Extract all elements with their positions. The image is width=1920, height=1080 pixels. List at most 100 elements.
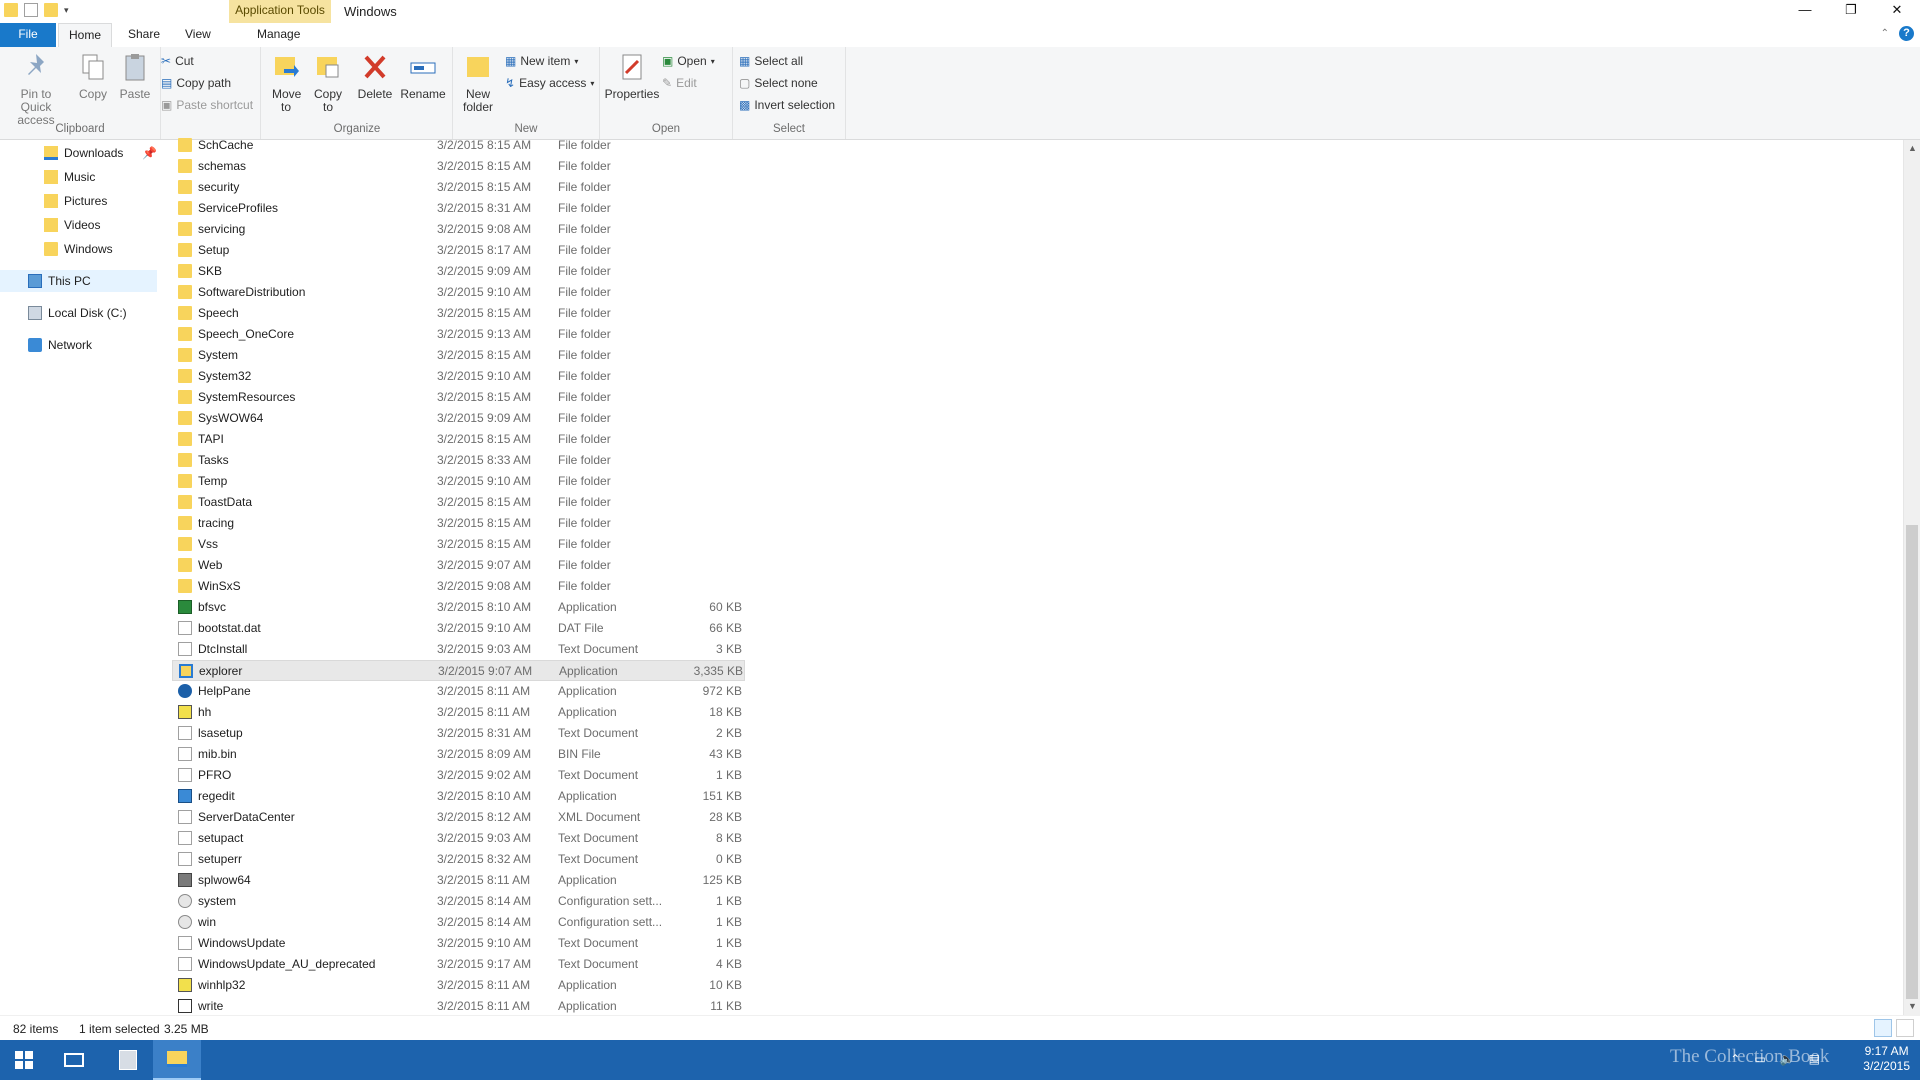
large-icons-view-icon[interactable] [1896,1019,1914,1037]
file-row[interactable]: HelpPane 3/2/2015 8:11 AM Application 972 K… [172,681,745,702]
move-to-button[interactable]: Move to [268,51,304,114]
select-none-button[interactable]: ▢ Select none [739,74,818,92]
new-folder-icon[interactable] [44,3,58,17]
pin-to-quick-access-button[interactable]: Pin to Quick access [6,51,66,127]
file-row[interactable]: Temp 3/2/2015 9:10 AM File folder [172,471,745,492]
copy-to-button[interactable]: Copy to [310,51,346,114]
nav-item-music[interactable]: Music [0,166,157,188]
chevron-down-icon[interactable]: ▾ [64,5,69,16]
scrollbar-thumb[interactable] [1906,525,1918,999]
scroll-up-arrow-icon[interactable]: ▲ [1904,140,1920,157]
file-row[interactable]: setupact 3/2/2015 9:03 AM Text Document 8 K… [172,828,745,849]
file-row[interactable]: SysWOW64 3/2/2015 9:09 AM File folder [172,408,745,429]
file-row[interactable]: SystemResources 3/2/2015 8:15 AM File fold… [172,387,745,408]
tab-manage[interactable]: Manage [247,23,310,47]
properties-button[interactable]: Properties [604,51,660,101]
file-date: 3/2/2015 9:10 AM [437,621,532,635]
restore-button[interactable]: ❐ [1828,0,1874,22]
file-row[interactable]: system 3/2/2015 8:14 AM Configuration sett… [172,891,745,912]
file-row[interactable]: WindowsUpdate 3/2/2015 9:10 AM Text Docume… [172,933,745,954]
file-row[interactable]: Speech 3/2/2015 8:15 AM File folder [172,303,745,324]
file-row[interactable]: security 3/2/2015 8:15 AM File folder [172,177,745,198]
file-row[interactable]: SoftwareDistribution 3/2/2015 9:10 AM File… [172,282,745,303]
folder-icon[interactable] [4,3,18,17]
details-view-icon[interactable] [1874,1019,1892,1037]
start-button[interactable] [0,1040,48,1080]
file-row[interactable]: Setup 3/2/2015 8:17 AM File folder [172,240,745,261]
new-folder-button[interactable]: New folder [457,51,499,114]
file-row[interactable]: servicing 3/2/2015 9:08 AM File folder [172,219,745,240]
file-row[interactable]: Tasks 3/2/2015 8:33 AM File folder [172,450,745,471]
select-all-button[interactable]: ▦ Select all [739,52,803,70]
file-row[interactable]: ToastData 3/2/2015 8:15 AM File folder [172,492,745,513]
delete-button[interactable]: Delete [356,51,394,101]
nav-item-local-disk[interactable]: Local Disk (C:) [0,302,157,324]
file-row[interactable]: explorer 3/2/2015 9:07 AM Application 3,335… [172,660,745,681]
copy-path-button[interactable]: ▤ Copy path [161,74,231,92]
scroll-down-arrow-icon[interactable]: ▼ [1904,998,1920,1015]
file-row[interactable]: bootstat.dat 3/2/2015 9:10 AM DAT File 66 K… [172,618,745,639]
file-explorer-button[interactable] [153,1040,201,1080]
action-center-icon[interactable]: ▤ [1809,1052,1820,1066]
tab-home[interactable]: Home [58,23,113,48]
rename-button[interactable]: Rename [400,51,446,101]
file-row[interactable]: System 3/2/2015 8:15 AM File folder [172,345,745,366]
file-row[interactable]: bfsvc 3/2/2015 8:10 AM Application 60 KB [172,597,745,618]
nav-item-windows[interactable]: Windows [0,238,157,260]
file-row[interactable]: SKB 3/2/2015 9:09 AM File folder [172,261,745,282]
edit-button[interactable]: ✎ Edit [662,74,697,92]
nav-item-pictures[interactable]: Pictures [0,190,157,212]
file-row[interactable]: System32 3/2/2015 9:10 AM File folder [172,366,745,387]
file-row[interactable]: ServerDataCenter 3/2/2015 8:12 AM XML Docu… [172,807,745,828]
file-row[interactable]: Vss 3/2/2015 8:15 AM File folder [172,534,745,555]
volume-icon[interactable]: 🔈 [1780,1052,1795,1066]
vertical-scrollbar[interactable]: ▲ ▼ [1903,140,1920,1015]
nav-item-network[interactable]: Network [0,334,157,356]
server-manager-button[interactable] [104,1040,152,1080]
tab-share[interactable]: Share [118,23,170,47]
paste-button[interactable]: Paste [118,51,152,101]
file-row[interactable]: lsasetup 3/2/2015 8:31 AM Text Document 2 K… [172,723,745,744]
file-row[interactable]: SchCache 3/2/2015 8:15 AM File folder [172,135,745,156]
minimize-button[interactable]: — [1782,0,1828,22]
file-row[interactable]: splwow64 3/2/2015 8:11 AM Application 125 K… [172,870,745,891]
file-row[interactable]: mib.bin 3/2/2015 8:09 AM BIN File 43 KB [172,744,745,765]
properties-icon[interactable] [24,3,38,17]
tab-file[interactable]: File [0,23,56,47]
file-row[interactable]: write 3/2/2015 8:11 AM Application 11 KB [172,996,745,1015]
file-row[interactable]: TAPI 3/2/2015 8:15 AM File folder [172,429,745,450]
file-row[interactable]: WindowsUpdate_AU_deprecated 3/2/2015 9:17… [172,954,745,975]
nav-item-this-pc[interactable]: This PC [0,270,157,292]
network-tray-icon[interactable]: ▭ [1754,1052,1765,1066]
file-size: 1 KB [715,894,742,908]
nav-item-videos[interactable]: Videos [0,214,157,236]
invert-selection-button[interactable]: ▩ Invert selection [739,96,835,114]
easy-access-button[interactable]: ↯ Easy access ▾ [505,74,594,92]
file-row[interactable]: setuperr 3/2/2015 8:32 AM Text Document 0 K… [172,849,745,870]
file-row[interactable]: win 3/2/2015 8:14 AM Configuration sett...… [172,912,745,933]
file-row[interactable]: Web 3/2/2015 9:07 AM File folder [172,555,745,576]
close-button[interactable]: ✕ [1874,0,1920,22]
file-row[interactable]: Speech_OneCore 3/2/2015 9:13 AM File folde… [172,324,745,345]
task-view-button[interactable] [50,1040,98,1080]
cut-button[interactable]: ✂ Cut [161,52,194,70]
file-row[interactable]: hh 3/2/2015 8:11 AM Application 18 KB [172,702,745,723]
copy-button[interactable]: Copy [76,51,110,101]
open-button[interactable]: ▣ Open ▾ [662,52,715,70]
file-row[interactable]: regedit 3/2/2015 8:10 AM Application 151 KB [172,786,745,807]
tab-view[interactable]: View [175,23,221,47]
show-hidden-icons-icon[interactable]: ⌃ [1730,1052,1740,1066]
paste-shortcut-button[interactable]: ▣ Paste shortcut [161,96,253,114]
nav-item-downloads[interactable]: Downloads 📌 [0,142,157,164]
clock[interactable]: 9:17 AM 3/2/2015 [1863,1044,1910,1074]
minimize-ribbon-icon[interactable]: ⌃ [1881,26,1889,41]
file-row[interactable]: tracing 3/2/2015 8:15 AM File folder [172,513,745,534]
file-row[interactable]: DtcInstall 3/2/2015 9:03 AM Text Document 3… [172,639,745,660]
file-row[interactable]: PFRO 3/2/2015 9:02 AM Text Document 1 KB [172,765,745,786]
file-row[interactable]: ServiceProfiles 3/2/2015 8:31 AM File fold… [172,198,745,219]
new-item-button[interactable]: ▦ New item ▾ [505,52,578,70]
help-icon[interactable]: ? [1899,26,1914,41]
file-row[interactable]: schemas 3/2/2015 8:15 AM File folder [172,156,745,177]
file-row[interactable]: WinSxS 3/2/2015 9:08 AM File folder [172,576,745,597]
file-row[interactable]: winhlp32 3/2/2015 8:11 AM Application 10 KB [172,975,745,996]
